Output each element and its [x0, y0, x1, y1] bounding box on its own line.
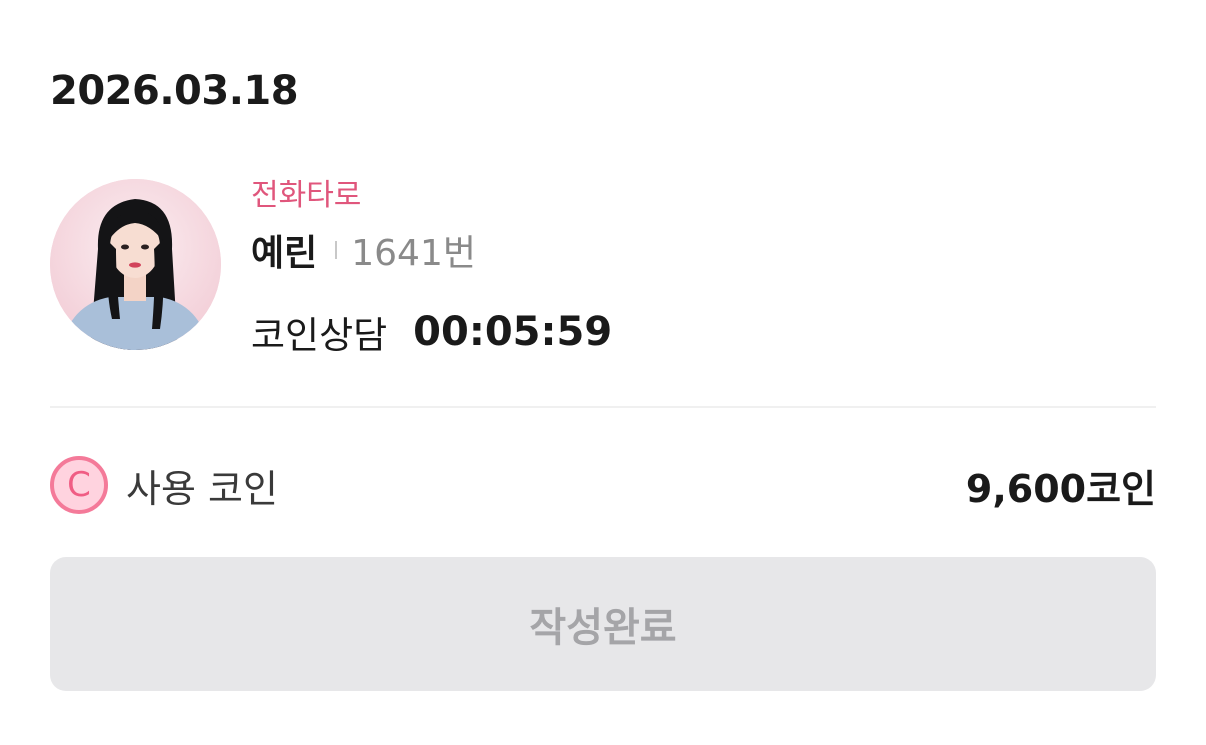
session-duration: 00:05:59	[413, 309, 613, 355]
counselor-name: 예린	[251, 233, 318, 274]
counselor-avatar	[50, 179, 221, 350]
session-row: 코인상담 00:05:59	[251, 306, 612, 358]
used-coins-label: 사용 코인	[126, 466, 278, 511]
session-type: 코인상담	[251, 314, 388, 357]
section-divider	[50, 406, 1156, 408]
submit-button[interactable]: 작성완료	[50, 557, 1156, 691]
counselor-name-row: 예린 1641번	[251, 225, 476, 275]
coin-icon: C	[50, 456, 108, 514]
used-coins-amount: 9,600코인	[965, 466, 1156, 511]
name-divider	[335, 241, 338, 259]
consultation-review-page: 2026.03.18 전화타로 예린 1641번 코인상담 00:05:59 C…	[0, 0, 1206, 745]
counselor-category: 전화타로	[251, 178, 362, 213]
used-coins-label-group: C 사용 코인	[50, 456, 278, 514]
used-coins-row: C 사용 코인 9,600코인	[50, 454, 1156, 516]
consultation-date: 2026.03.18	[50, 68, 299, 114]
counselor-number: 1641번	[351, 233, 476, 274]
